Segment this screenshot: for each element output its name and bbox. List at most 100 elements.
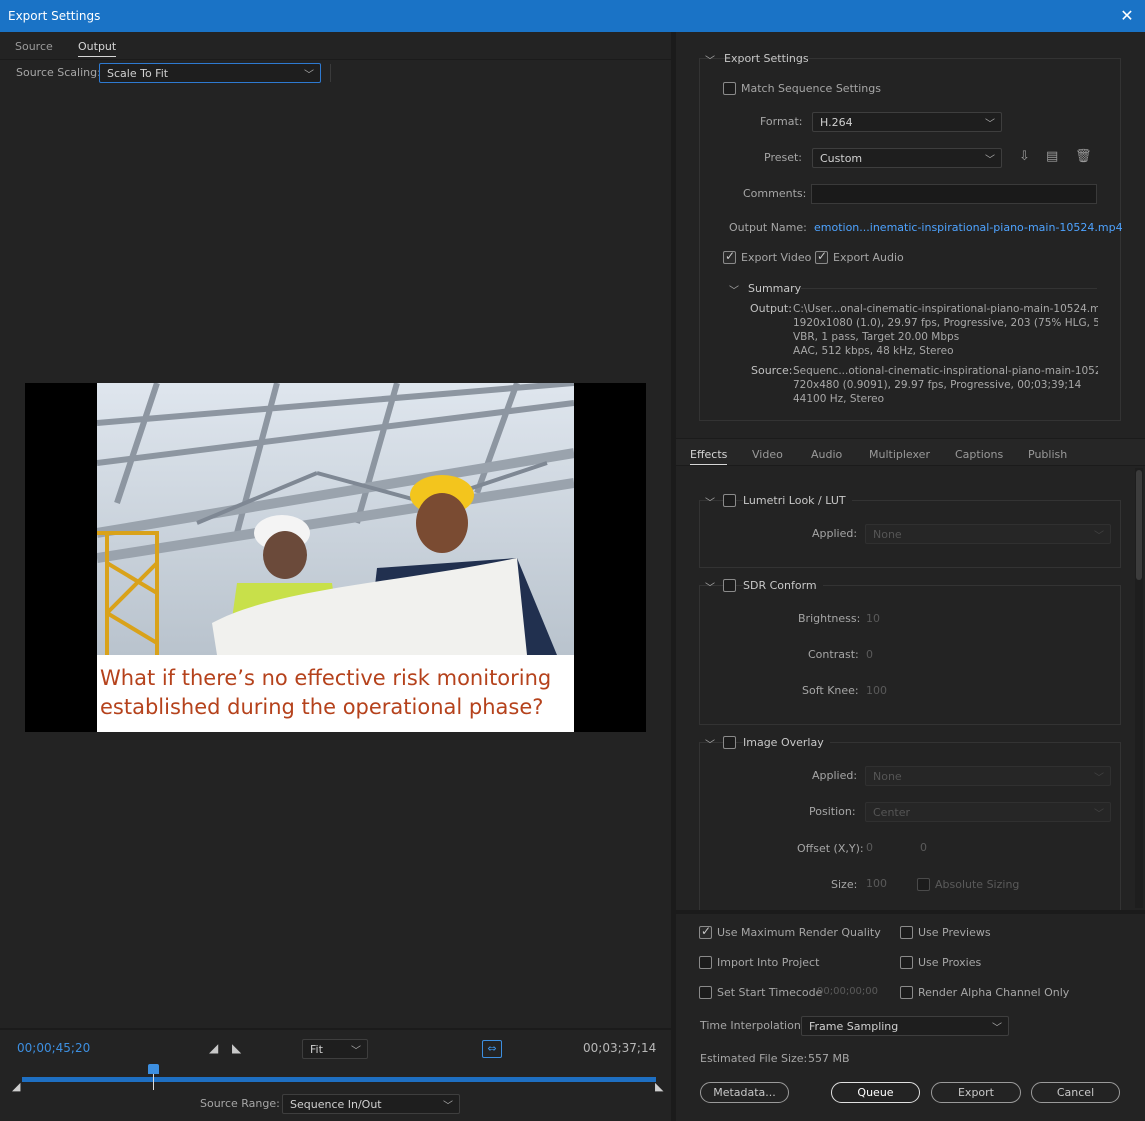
summary-chevron-icon[interactable]: ﹀ <box>729 282 739 297</box>
source-range-select[interactable]: Sequence In/Out ﹀ <box>282 1094 460 1114</box>
chevron-down-icon: ﹀ <box>992 1023 1002 1034</box>
current-timecode[interactable]: 00;00;45;20 <box>17 1041 90 1055</box>
comments-input[interactable] <box>811 184 1097 204</box>
lumetri-applied-label: Applied: <box>812 527 858 540</box>
output-name-link[interactable]: emotion...inematic-inspirational-piano-m… <box>814 221 1123 234</box>
tab-source[interactable]: Source <box>15 40 53 53</box>
close-icon[interactable]: ✕ <box>1117 6 1137 25</box>
overlay-applied-select[interactable]: None ﹀ <box>865 766 1111 786</box>
tab-multiplexer[interactable]: Multiplexer <box>869 448 930 461</box>
save-preset-icon[interactable]: ⇩ <box>1019 149 1030 164</box>
summary-output-line: 1920x1080 (1.0), 29.97 fps, Progressive,… <box>793 317 1098 329</box>
timeline-scrubber[interactable] <box>22 1077 656 1082</box>
use-previews-label: Use Previews <box>918 926 991 939</box>
cancel-button[interactable]: Cancel <box>1031 1082 1120 1103</box>
render-alpha-checkbox[interactable] <box>900 986 913 999</box>
absolute-sizing-label: Absolute Sizing <box>935 878 1020 891</box>
lumetri-applied-select[interactable]: None ﹀ <box>865 524 1111 544</box>
brightness-label: Brightness: <box>798 612 861 625</box>
lumetri-checkbox[interactable] <box>723 494 736 507</box>
comments-label: Comments: <box>743 187 807 200</box>
export-button[interactable]: Export <box>931 1082 1021 1103</box>
preset-select[interactable]: Custom ﹀ <box>812 148 1002 168</box>
export-settings-header: Export Settings <box>724 52 809 65</box>
max-render-quality-checkbox[interactable] <box>699 924 712 939</box>
header-rule <box>806 58 1121 59</box>
sdr-checkbox[interactable] <box>723 579 736 592</box>
offset-y-value[interactable]: 0 <box>920 841 927 854</box>
tab-audio[interactable]: Audio <box>811 448 842 461</box>
use-proxies-checkbox[interactable] <box>900 956 913 969</box>
tab-publish[interactable]: Publish <box>1028 448 1067 461</box>
overlay-checkbox[interactable] <box>723 736 736 749</box>
import-into-project-label: Import Into Project <box>717 956 820 969</box>
offset-label: Offset (X,Y): <box>797 842 864 855</box>
scrollbar-thumb[interactable] <box>1136 470 1142 580</box>
set-out-point-icon[interactable]: ◣ <box>232 1041 241 1055</box>
collapse-chevron-icon[interactable]: ﹀ <box>705 494 715 509</box>
summary-source-label: Source: <box>751 364 793 377</box>
video-frame-image: What if there’s no effective risk monito… <box>96 380 575 732</box>
zoom-select[interactable]: Fit ﹀ <box>302 1039 368 1059</box>
queue-button[interactable]: Queue <box>831 1082 920 1103</box>
absolute-sizing-checkbox[interactable] <box>917 878 930 891</box>
aspect-correction-icon[interactable]: ⇔ <box>482 1040 502 1058</box>
chevron-down-icon: ﹀ <box>1094 773 1104 784</box>
toolbar-divider <box>330 64 331 82</box>
tab-output[interactable]: Output <box>78 40 117 57</box>
timeline-divider <box>0 1028 671 1030</box>
effects-scrollbar[interactable] <box>1135 468 1143 908</box>
position-value: Center <box>873 806 911 819</box>
summary-output-line: VBR, 1 pass, Target 20.00 Mbps <box>793 331 960 343</box>
duration-timecode: 00;03;37;14 <box>583 1041 657 1055</box>
chevron-down-icon: ﹀ <box>304 70 314 81</box>
soft-knee-value[interactable]: 100 <box>866 684 887 697</box>
summary-output-line: AAC, 512 kbps, 48 kHz, Stereo <box>793 345 954 357</box>
export-audio-checkbox[interactable] <box>815 249 828 264</box>
set-in-point-icon[interactable]: ◢ <box>209 1041 218 1055</box>
position-select[interactable]: Center ﹀ <box>865 802 1111 822</box>
summary-output-lines: C:\User...onal-cinematic-inspirational-p… <box>793 302 1098 358</box>
tab-captions[interactable]: Captions <box>955 448 1003 461</box>
estimated-file-size-label: Estimated File Size: <box>700 1052 808 1065</box>
collapse-chevron-icon[interactable]: ﹀ <box>705 736 715 751</box>
out-point-marker-icon[interactable]: ◣ <box>655 1080 663 1093</box>
metadata-button[interactable]: Metadata... <box>700 1082 789 1103</box>
size-value[interactable]: 100 <box>866 877 887 890</box>
output-name-label: Output Name: <box>729 221 807 234</box>
start-timecode-value[interactable]: 00;00;00;00 <box>817 986 878 997</box>
video-frame: What if there’s no effective risk monito… <box>96 380 575 732</box>
chevron-down-icon: ﹀ <box>443 1101 453 1112</box>
collapse-chevron-icon[interactable]: ﹀ <box>705 52 715 67</box>
summary-header: Summary <box>748 282 802 295</box>
set-start-timecode-checkbox[interactable] <box>699 986 712 999</box>
window-title: Export Settings <box>8 9 101 23</box>
sdr-header: SDR Conform <box>743 579 823 592</box>
brightness-value[interactable]: 10 <box>866 612 880 625</box>
summary-source-line: Sequenc...otional-cinematic-inspirationa… <box>793 365 1098 377</box>
time-interpolation-value: Frame Sampling <box>809 1020 899 1033</box>
chevron-down-icon: ﹀ <box>985 119 995 130</box>
collapse-chevron-icon[interactable]: ﹀ <box>705 579 715 594</box>
format-value: H.264 <box>820 116 853 129</box>
caption-line-1: What if there’s no effective risk monito… <box>100 666 551 690</box>
playhead[interactable] <box>148 1064 160 1090</box>
import-preset-icon[interactable]: ▤ <box>1046 149 1058 164</box>
time-interpolation-select[interactable]: Frame Sampling ﹀ <box>801 1016 1009 1036</box>
offset-x-value[interactable]: 0 <box>866 841 873 854</box>
contrast-value[interactable]: 0 <box>866 648 873 661</box>
delete-preset-icon[interactable]: 🗑 <box>1075 149 1092 164</box>
format-select[interactable]: H.264 ﹀ <box>812 112 1002 132</box>
tab-effects[interactable]: Effects <box>690 448 728 465</box>
import-into-project-checkbox[interactable] <box>699 956 712 969</box>
use-previews-checkbox[interactable] <box>900 926 913 939</box>
summary-source-line: 720x480 (0.9091), 29.97 fps, Progressive… <box>793 379 1082 391</box>
position-label: Position: <box>809 805 856 818</box>
export-video-checkbox[interactable] <box>723 249 736 264</box>
chevron-down-icon: ﹀ <box>1094 531 1104 542</box>
source-scaling-select[interactable]: Scale To Fit ﹀ <box>99 63 321 83</box>
tab-video[interactable]: Video <box>752 448 783 461</box>
export-video-label: Export Video <box>741 251 812 264</box>
match-sequence-checkbox[interactable] <box>723 82 736 95</box>
in-point-marker-icon[interactable]: ◢ <box>12 1080 20 1093</box>
